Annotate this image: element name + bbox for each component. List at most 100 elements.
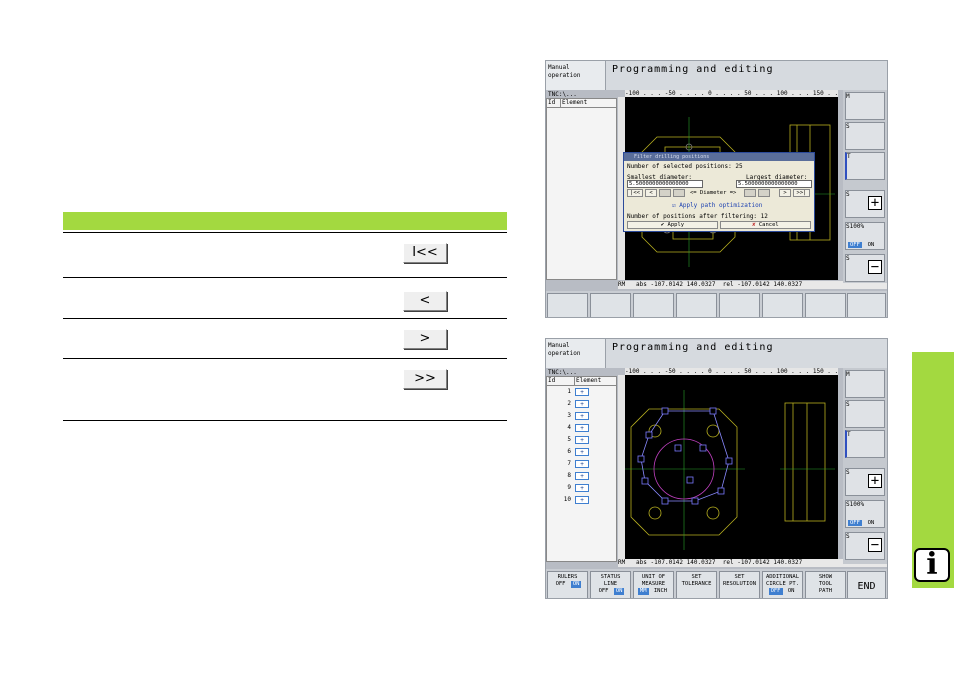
side-s-plus-button[interactable]: S + [845,190,885,218]
plus-icon[interactable]: + [575,496,589,504]
side-s-plus-button[interactable]: S + [845,468,885,496]
list-header: Id Element [547,377,616,386]
toggle-on: ON [867,242,875,248]
blank-button[interactable] [673,189,685,197]
softkey-blank[interactable] [719,293,760,317]
side-panel: M S T S + S100% OFF ON S − [843,368,887,564]
set-tolerance-softkey[interactable]: SET TOLERANCE [676,571,717,598]
list-item[interactable]: 10 + [547,495,617,505]
next-diameter-button[interactable]: > [779,189,791,197]
side-s-button[interactable]: S [845,400,885,428]
list-item[interactable]: 7 + [547,459,617,469]
blank-button[interactable] [758,189,770,197]
cancel-button[interactable]: ✘ Cancel [720,221,811,229]
list-item[interactable]: 8 + [547,471,617,481]
additional-circle-softkey[interactable]: ADDITIONAL CIRCLE PT. OFF ON [762,571,803,598]
path-optimization-checkbox[interactable]: ☑ Apply path optimization [672,202,762,209]
last-diameter-button[interactable]: >>| [793,189,810,197]
list-id: 5 [567,436,571,443]
mode-label[interactable]: Manual operation [546,61,606,90]
apply-button[interactable]: ✔ Apply [627,221,718,229]
list-id: 6 [567,448,571,455]
plus-icon[interactable]: + [575,388,589,396]
mode-label[interactable]: Manual operation [546,339,606,368]
list-header-element: Element [576,377,602,384]
element-list[interactable]: Id Element [546,98,617,280]
status-line-softkey[interactable]: STATUS LINE OFF ON [590,571,631,598]
list-item[interactable]: 2 + [547,399,617,409]
side-s-minus-button[interactable]: S − [845,254,885,282]
list-item[interactable]: 4 + [547,423,617,433]
plus-icon[interactable]: + [575,436,589,444]
toggle-on: ON [570,581,582,588]
largest-diameter-field[interactable]: 5.5000000000000000 [736,180,812,188]
toggle-mm: MM [637,588,649,595]
softkey-blank[interactable] [633,293,674,317]
softkey-bar [546,291,887,317]
table-divider [63,318,507,319]
last-key-button[interactable]: >> [403,369,447,389]
list-header: Id Element [547,99,616,108]
side-s-button[interactable]: S [845,122,885,150]
prev-diameter-button[interactable]: < [645,189,657,197]
unit-softkey[interactable]: UNIT OF MEASURE MM INCH [633,571,674,598]
drawing-canvas[interactable] [625,375,838,561]
blank-button[interactable] [659,189,671,197]
table-divider [63,277,507,278]
rulers-softkey[interactable]: RULERS OFF ON [547,571,588,598]
side-t-button[interactable]: T [845,430,885,458]
side-m-button[interactable]: M [845,92,885,120]
side-s100-button[interactable]: S100% OFF ON [845,222,885,250]
list-item[interactable]: 6 + [547,447,617,457]
first-key-button[interactable]: I<< [403,243,447,263]
minus-icon: − [868,538,882,552]
softkey-blank[interactable] [847,293,886,317]
cancel-label: Cancel [758,222,779,228]
plus-icon[interactable]: + [575,448,589,456]
side-s100-button[interactable]: S100% OFF ON [845,500,885,528]
screen-bottom: Manual operation Programming and editing… [545,338,888,599]
plus-icon[interactable]: + [575,460,589,468]
softkey-blank[interactable] [762,293,803,317]
list-header-id: Id [547,99,561,107]
side-m-button[interactable]: M [845,370,885,398]
softkey-label: STATUS LINE [600,574,621,587]
side-s-minus-button[interactable]: S − [845,532,885,560]
side-label: S [846,255,850,262]
list-item[interactable]: 1 + [547,387,617,397]
plus-icon[interactable]: + [575,400,589,408]
softkey-label: ADDITIONAL CIRCLE PT. [765,574,800,587]
list-item[interactable]: 9 + [547,483,617,493]
toggle-off: OFF [768,588,783,595]
path-optimization-label: Apply path optimization [679,202,763,209]
plus-icon[interactable]: + [575,424,589,432]
softkey-blank[interactable] [805,293,846,317]
list-item[interactable]: 3 + [547,411,617,421]
show-tool-path-softkey[interactable]: SHOW TOOL PATH [805,571,846,598]
screen-title: Programming and editing [606,61,887,90]
softkey-label: SHOW TOOL PATH [818,574,833,594]
end-softkey[interactable]: END [847,571,886,598]
softkey-blank[interactable] [590,293,631,317]
set-resolution-softkey[interactable]: SET RESOLUTION [719,571,760,598]
blank-button[interactable] [744,189,756,197]
side-label: S [846,123,850,130]
side-label: T [847,153,851,160]
list-header-id: Id [547,377,575,385]
prev-key-button[interactable]: < [403,291,447,311]
plus-icon: + [868,196,882,210]
plus-icon[interactable]: + [575,472,589,480]
side-t-button[interactable]: T [845,152,885,180]
element-list[interactable]: Id Element 1 + 2 + 3 + 4 + 5 + 6 + 7 + 8 + 9 + 10 + [546,376,617,562]
list-item[interactable]: 5 + [547,435,617,445]
plus-icon[interactable]: + [575,484,589,492]
plus-icon[interactable]: + [575,412,589,420]
table-header-bar [63,212,507,230]
first-diameter-button[interactable]: |<< [627,189,643,197]
smallest-diameter-field[interactable]: 5.5000000000000000 [627,180,703,188]
next-key-button[interactable]: > [403,329,447,349]
softkey-blank[interactable] [547,293,588,317]
side-label: M [846,371,850,378]
softkey-blank[interactable] [676,293,717,317]
info-icon: i [914,548,950,582]
